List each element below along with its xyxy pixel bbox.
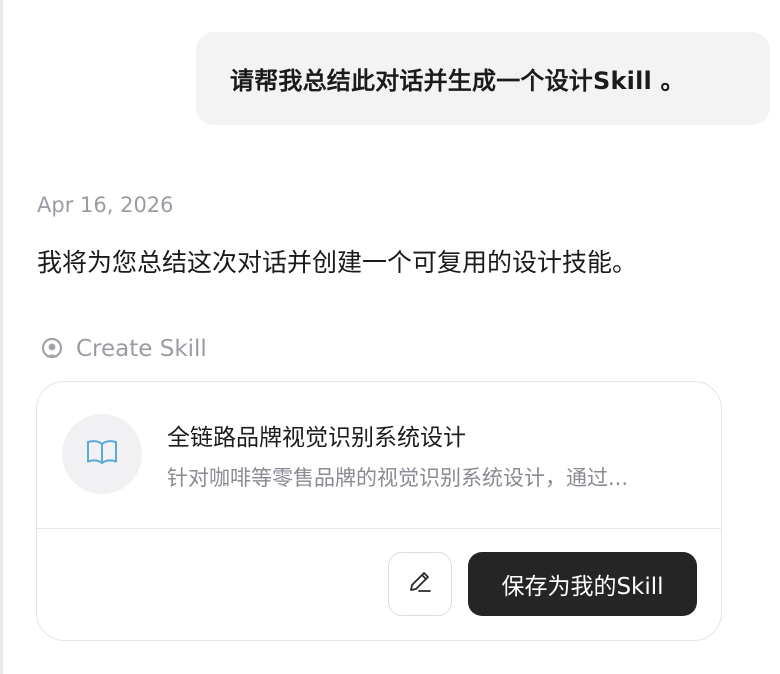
message-date: Apr 16, 2026 [37, 193, 174, 217]
save-skill-button[interactable]: 保存为我的Skill [468, 552, 697, 616]
pencil-icon [407, 569, 433, 599]
user-message-bubble: 请帮我总结此对话并生成一个设计Skill 。 [196, 32, 770, 125]
create-skill-icon [40, 337, 64, 361]
skill-description: 针对咖啡等零售品牌的视觉识别系统设计，通过... [167, 466, 629, 490]
panel-divider [0, 0, 3, 674]
edit-skill-button[interactable] [388, 552, 452, 616]
chat-page: 请帮我总结此对话并生成一个设计Skill 。 Apr 16, 2026 我将为您… [0, 0, 780, 674]
skill-avatar [62, 414, 142, 494]
tool-call-label: Create Skill [76, 336, 207, 362]
skill-title: 全链路品牌视觉识别系统设计 [167, 425, 466, 451]
book-open-icon [86, 438, 118, 470]
skill-card-body[interactable]: 全链路品牌视觉识别系统设计 针对咖啡等零售品牌的视觉识别系统设计，通过... [37, 382, 721, 529]
tool-call-header: Create Skill [40, 334, 207, 364]
user-message-text: 请帮我总结此对话并生成一个设计Skill 。 [230, 67, 685, 95]
skill-card: 全链路品牌视觉识别系统设计 针对咖啡等零售品牌的视觉识别系统设计，通过... 保… [36, 381, 722, 641]
assistant-message-text: 我将为您总结这次对话并创建一个可复用的设计技能。 [37, 248, 638, 277]
